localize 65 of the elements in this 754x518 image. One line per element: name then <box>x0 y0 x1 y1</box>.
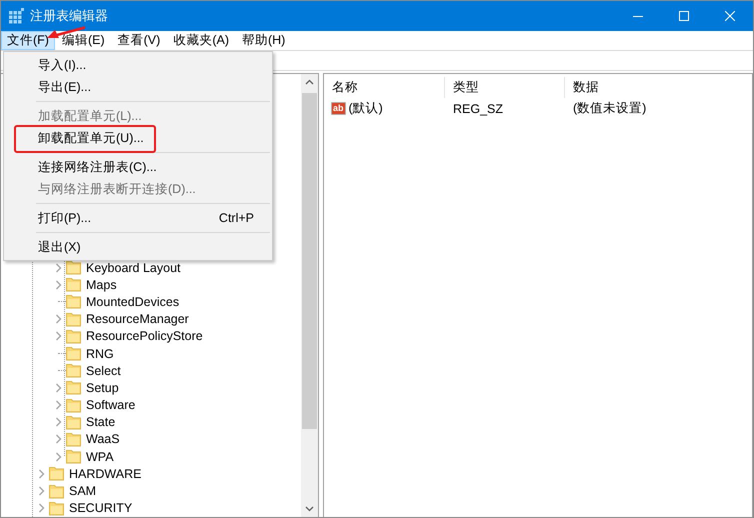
menu-option[interactable]: 连接网络注册表(C)... <box>4 156 272 178</box>
app-icon <box>8 8 24 24</box>
expand-chevron-icon[interactable] <box>38 468 44 479</box>
tree-item[interactable]: WaaS <box>86 432 120 446</box>
tree-item[interactable]: SECURITY <box>69 501 132 516</box>
folder-icon <box>49 466 64 482</box>
close-icon[interactable] <box>725 11 735 21</box>
expand-chevron-icon[interactable] <box>54 262 62 273</box>
expand-chevron-icon[interactable] <box>54 331 62 342</box>
menu-option[interactable]: 导出(E)... <box>4 76 272 98</box>
folder-icon <box>66 277 81 292</box>
tree-item[interactable]: Select <box>86 364 121 378</box>
expand-chevron-icon[interactable] <box>54 452 62 462</box>
column-header[interactable]: 数据 <box>565 77 745 98</box>
menu-option[interactable]: 退出(X) <box>4 236 272 258</box>
expand-chevron-icon[interactable] <box>54 314 62 324</box>
tree-item[interactable]: ResourceManager <box>86 312 189 326</box>
tree-item[interactable]: State <box>86 415 116 430</box>
folder-icon <box>66 363 81 378</box>
folder-icon <box>66 380 81 396</box>
column-header[interactable]: 名称 <box>324 77 445 98</box>
tree-item[interactable]: WPA <box>86 450 114 464</box>
expand-chevron-icon[interactable] <box>38 503 44 514</box>
folder-icon <box>66 312 81 327</box>
window-title: 注册表编辑器 <box>30 7 108 25</box>
tree-item[interactable]: MountedDevices <box>86 294 180 309</box>
folder-icon <box>66 449 81 464</box>
folder-icon <box>66 432 81 447</box>
value-type: REG_SZ <box>452 102 504 116</box>
scrollbar[interactable] <box>301 74 318 517</box>
column-header[interactable]: 类型 <box>445 77 565 98</box>
menu-item[interactable]: 编辑(E) <box>56 31 111 50</box>
folder-icon <box>66 260 81 276</box>
menu-item[interactable]: 收藏夹(A) <box>167 31 235 50</box>
value-name: (默认) <box>348 100 383 117</box>
expand-chevron-icon[interactable] <box>54 382 62 393</box>
menu-item[interactable]: 帮助(H) <box>236 31 292 50</box>
string-value-icon: ab <box>331 102 346 115</box>
folder-icon <box>66 398 81 413</box>
menu-item[interactable]: 文件(F) <box>1 31 55 50</box>
tree-item[interactable]: Keyboard Layout <box>86 260 181 275</box>
tree-item[interactable]: Software <box>86 398 136 412</box>
tree-item[interactable]: SAM <box>69 484 96 498</box>
menu-option[interactable]: 卸载配置单元(U)... <box>4 127 272 149</box>
expand-chevron-icon[interactable] <box>38 486 44 496</box>
folder-icon <box>66 414 81 430</box>
expand-chevron-icon[interactable] <box>54 417 62 428</box>
tree-item[interactable]: Setup <box>86 380 119 395</box>
tree-item[interactable]: HARDWARE <box>69 466 142 481</box>
menu-option[interactable]: 导入(I)... <box>4 54 272 76</box>
folder-icon <box>49 484 64 499</box>
expand-chevron-icon[interactable] <box>54 400 62 410</box>
folder-icon <box>66 294 81 310</box>
folder-icon <box>66 328 81 344</box>
value-data: (数值未设置) <box>572 100 648 117</box>
maximize-icon[interactable] <box>679 11 689 21</box>
tree-item[interactable]: Maps <box>86 278 117 292</box>
expand-chevron-icon[interactable] <box>54 280 62 290</box>
tree-item[interactable]: RNG <box>86 346 114 361</box>
tree-item[interactable]: ResourcePolicyStore <box>86 329 203 344</box>
menu-item[interactable]: 查看(V) <box>112 31 166 50</box>
menu-option[interactable]: 打印(P)... Ctrl+P <box>4 207 272 229</box>
expand-chevron-icon[interactable] <box>54 434 62 444</box>
folder-icon <box>66 346 81 362</box>
folder-icon <box>49 500 64 516</box>
